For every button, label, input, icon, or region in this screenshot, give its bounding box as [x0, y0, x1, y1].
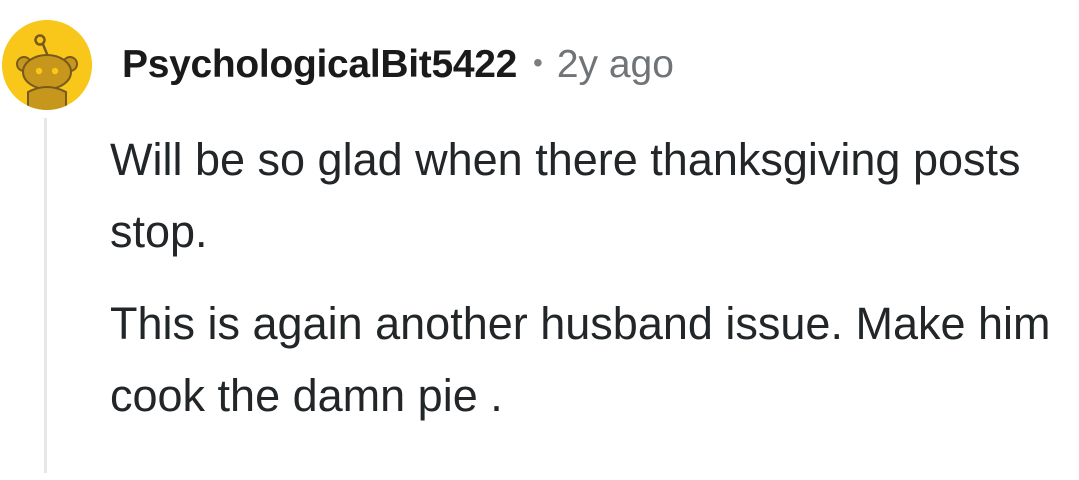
username-link[interactable]: PsychologicalBit5422: [122, 43, 517, 87]
comment-header: PsychologicalBit5422 • 2y ago: [122, 40, 674, 90]
timestamp: 2y ago: [556, 43, 674, 86]
user-avatar[interactable]: [2, 20, 92, 110]
comment-paragraph: This is again another husband issue. Mak…: [110, 298, 1051, 421]
thread-collapse-line[interactable]: [44, 118, 47, 473]
comment-body: Will be so glad when there thanksgiving …: [110, 124, 1060, 432]
comment-paragraph: Will be so glad when there thanksgiving …: [110, 134, 1021, 257]
reddit-snoo-avatar-icon: [2, 20, 92, 110]
separator-dot: •: [533, 47, 543, 78]
comment: PsychologicalBit5422 • 2y ago Will be so…: [0, 0, 1079, 480]
